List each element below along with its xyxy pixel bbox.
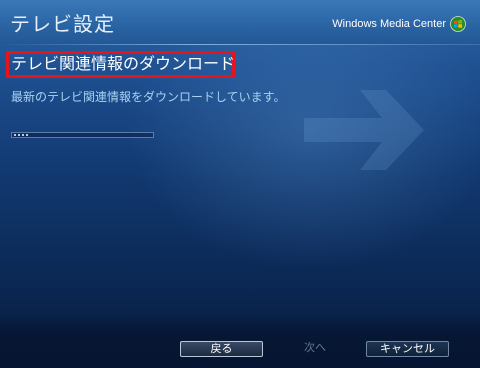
- progress-dot: [14, 134, 16, 136]
- next-button-disabled: 次へ: [304, 341, 326, 354]
- progress-dot: [26, 134, 28, 136]
- header-divider: [0, 44, 480, 45]
- window-title: テレビ設定: [10, 12, 115, 36]
- status-message: 最新のテレビ関連情報をダウンロードしています。: [11, 90, 286, 104]
- progress-indicator: [12, 133, 28, 137]
- brand-label: Windows Media Center: [332, 18, 446, 30]
- progress-dot: [18, 134, 20, 136]
- progress-dot: [22, 134, 24, 136]
- page-heading: テレビ関連情報のダウンロード: [11, 54, 236, 73]
- windows-media-center-logo-icon: [450, 16, 466, 32]
- button-bar: [0, 312, 480, 368]
- back-button[interactable]: 戻る: [180, 341, 263, 357]
- brand: Windows Media Center: [332, 16, 466, 32]
- arrow-right-icon: [304, 90, 424, 170]
- progress-bar: [11, 132, 154, 138]
- wmc-setup-window: テレビ設定 Windows Media Center テレビ関連情報のダウンロー…: [0, 0, 480, 368]
- cancel-button[interactable]: キャンセル: [366, 341, 449, 357]
